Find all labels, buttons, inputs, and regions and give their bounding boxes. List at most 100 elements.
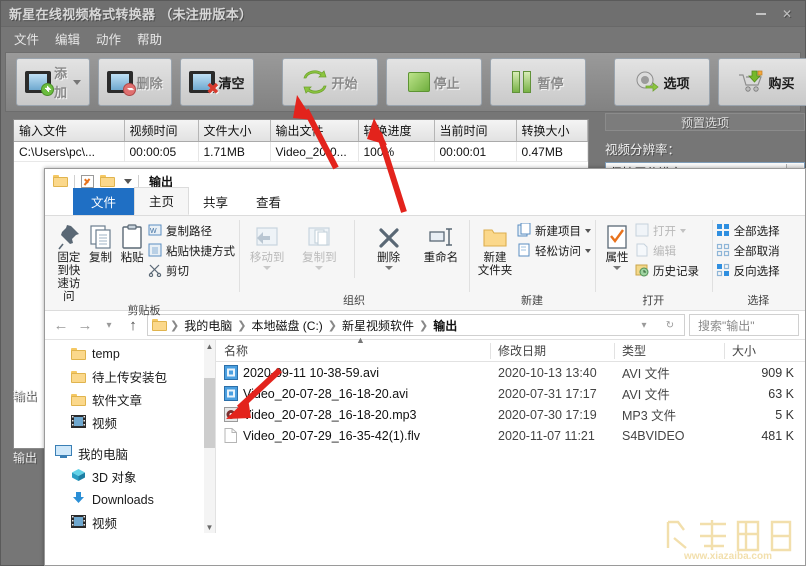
table-row[interactable]: Video_20-07-28_16-18-20.mp3 2020-07-30 1… [216,404,805,425]
buy-button[interactable]: 购买 [718,58,806,106]
delete-button[interactable]: − 删除 [98,58,172,106]
nav-item-this-pc[interactable]: 我的电脑 [45,442,215,465]
table-row[interactable]: Video_20-07-28_16-18-20.avi 2020-07-31 1… [216,383,805,404]
tab-view[interactable]: 查看 [242,189,295,215]
nav-item-videos[interactable]: 视频 [45,411,215,434]
copy-icon [89,220,113,250]
select-none-icon [716,243,730,260]
menu-item-help[interactable]: 帮助 [134,28,165,49]
file-type: AVI 文件 [622,388,670,402]
open-button[interactable]: 打开 [635,222,699,240]
chevron-down-icon[interactable] [585,229,591,233]
menu-item-action[interactable]: 动作 [93,28,124,49]
column-progress[interactable]: 转换进度 [358,120,435,142]
history-button[interactable]: 历史记录 [635,262,699,280]
table-row[interactable]: Video_20-07-29_16-35-42(1).flv 2020-11-0… [216,425,805,446]
arrow-left-icon[interactable]: ← [51,315,71,335]
column-converted-size[interactable]: 转换大小 [516,120,588,142]
chevron-down-icon[interactable] [263,266,272,270]
nav-item-downloads[interactable]: Downloads [45,488,215,511]
add-button[interactable]: + 添加 [16,58,90,106]
nav-item-label: 3D 对象 [92,471,137,485]
select-all-button[interactable]: 全部选择 [716,222,780,240]
chevron-down-icon[interactable] [73,79,82,85]
history-label: 历史记录 [653,266,699,278]
arrow-right-icon[interactable]: → [75,315,95,335]
chevron-down-icon[interactable] [680,229,686,233]
nav-item-temp[interactable]: temp [45,342,215,365]
properties-icon[interactable] [81,174,94,188]
easy-access-button[interactable]: 轻松访问 [517,242,591,260]
nav-item-software-articles[interactable]: 软件文章 [45,388,215,411]
column-current-time[interactable]: 当前时间 [434,120,517,142]
nav-item-3d-objects[interactable]: 3D 对象 [45,465,215,488]
stop-button[interactable]: 停止 [386,58,482,106]
invert-selection-button[interactable]: 反向选择 [716,262,780,280]
refresh-icon[interactable]: ↻ [660,315,680,335]
cut-button[interactable]: 剪切 [148,262,235,280]
chevron-down-icon[interactable] [585,249,591,253]
column-output-file[interactable]: 输出文件 [270,120,359,142]
breadcrumb-my-computer[interactable]: 我的电脑 [182,317,234,334]
nav-item-videos-pc[interactable]: 视频 [45,511,215,533]
pin-to-quick-access-button[interactable]: 固定到快 速访问 [53,220,85,304]
buy-button-label: 购买 [768,75,795,91]
delete-button[interactable]: 删除 [364,220,412,270]
new-folder-label-2: 文件夹 [477,265,513,277]
properties-icon [605,220,629,250]
tab-share[interactable]: 共享 [189,189,242,215]
breadcrumb-software[interactable]: 新星视频软件 [340,317,416,334]
paste-button[interactable]: 粘贴 [116,220,148,265]
nav-item-upload-package[interactable]: 待上传安装包 [45,365,215,388]
column-size[interactable]: 大小 [724,340,804,362]
options-button[interactable]: 选项 [614,58,710,106]
column-type[interactable]: 类型 [614,340,724,362]
nav-item-label: Downloads [92,492,154,507]
breadcrumb-local-disk[interactable]: 本地磁盘 (C:) [249,317,324,334]
chevron-down-icon[interactable]: ▾ [99,315,119,335]
column-file-size[interactable]: 文件大小 [198,120,271,142]
chevron-down-icon[interactable] [384,266,393,270]
scrollbar-thumb[interactable] [204,378,215,448]
new-item-button[interactable]: 新建项目 [517,222,591,240]
new-folder-button[interactable]: 新建 文件夹 [473,220,517,278]
paste-shortcut-button[interactable]: 粘贴快捷方式 [148,242,235,260]
table-row[interactable]: C:\Users\pc\... 00:00:05 1.71MB Video_20… [14,141,588,162]
navigation-scrollbar[interactable]: ▲ ▼ [204,340,215,533]
chevron-down-icon[interactable] [315,266,324,270]
pause-button[interactable]: 暂停 [490,58,586,106]
copy-button[interactable]: 复制 [85,220,117,265]
properties-button[interactable]: 属性 [599,220,635,270]
close-button[interactable]: ✕ [775,5,799,23]
copy-path-button[interactable]: W 复制路径 [148,222,235,240]
select-all-label: 全部选择 [733,226,780,238]
column-video-time[interactable]: 视频时间 [124,120,199,142]
tab-file[interactable]: 文件 [73,188,135,215]
copy-to-button[interactable]: 复制到 [295,220,343,270]
start-button[interactable]: 开始 [282,58,378,106]
clear-button[interactable]: ✖ 清空 [180,58,254,106]
arrow-up-icon[interactable]: ↑ [123,315,143,335]
minimize-button[interactable] [749,5,773,23]
scroll-up-icon[interactable]: ▲ [204,340,215,352]
column-input-file[interactable]: 输入文件 [14,120,125,142]
table-row[interactable]: 2020-09-11 10-38-59.avi 2020-10-13 13:40… [216,362,805,383]
menu-item-edit[interactable]: 编辑 [52,28,83,49]
column-date-modified[interactable]: 修改日期 [490,340,614,362]
preset-options-header: 预置选项 [605,113,805,131]
column-name[interactable]: 名称 ▲ [216,335,490,362]
scroll-down-icon[interactable]: ▼ [204,521,215,533]
select-none-button[interactable]: 全部取消 [716,242,780,260]
rename-button[interactable]: 重命名 [417,220,465,265]
folder-icon[interactable] [53,175,68,187]
chevron-down-icon[interactable] [613,266,621,270]
chevron-down-icon[interactable] [124,178,132,184]
move-to-button[interactable]: 移动到 [243,220,291,270]
chevron-down-icon[interactable]: ▾ [634,315,654,335]
breadcrumb-output[interactable]: 输出 [431,317,459,334]
edit-button[interactable]: 编辑 [635,242,699,260]
menu-item-file[interactable]: 文件 [11,28,42,49]
search-input[interactable]: 搜索"输出" [689,314,799,336]
tab-home[interactable]: 主页 [134,187,190,215]
new-folder-icon[interactable] [100,175,115,187]
